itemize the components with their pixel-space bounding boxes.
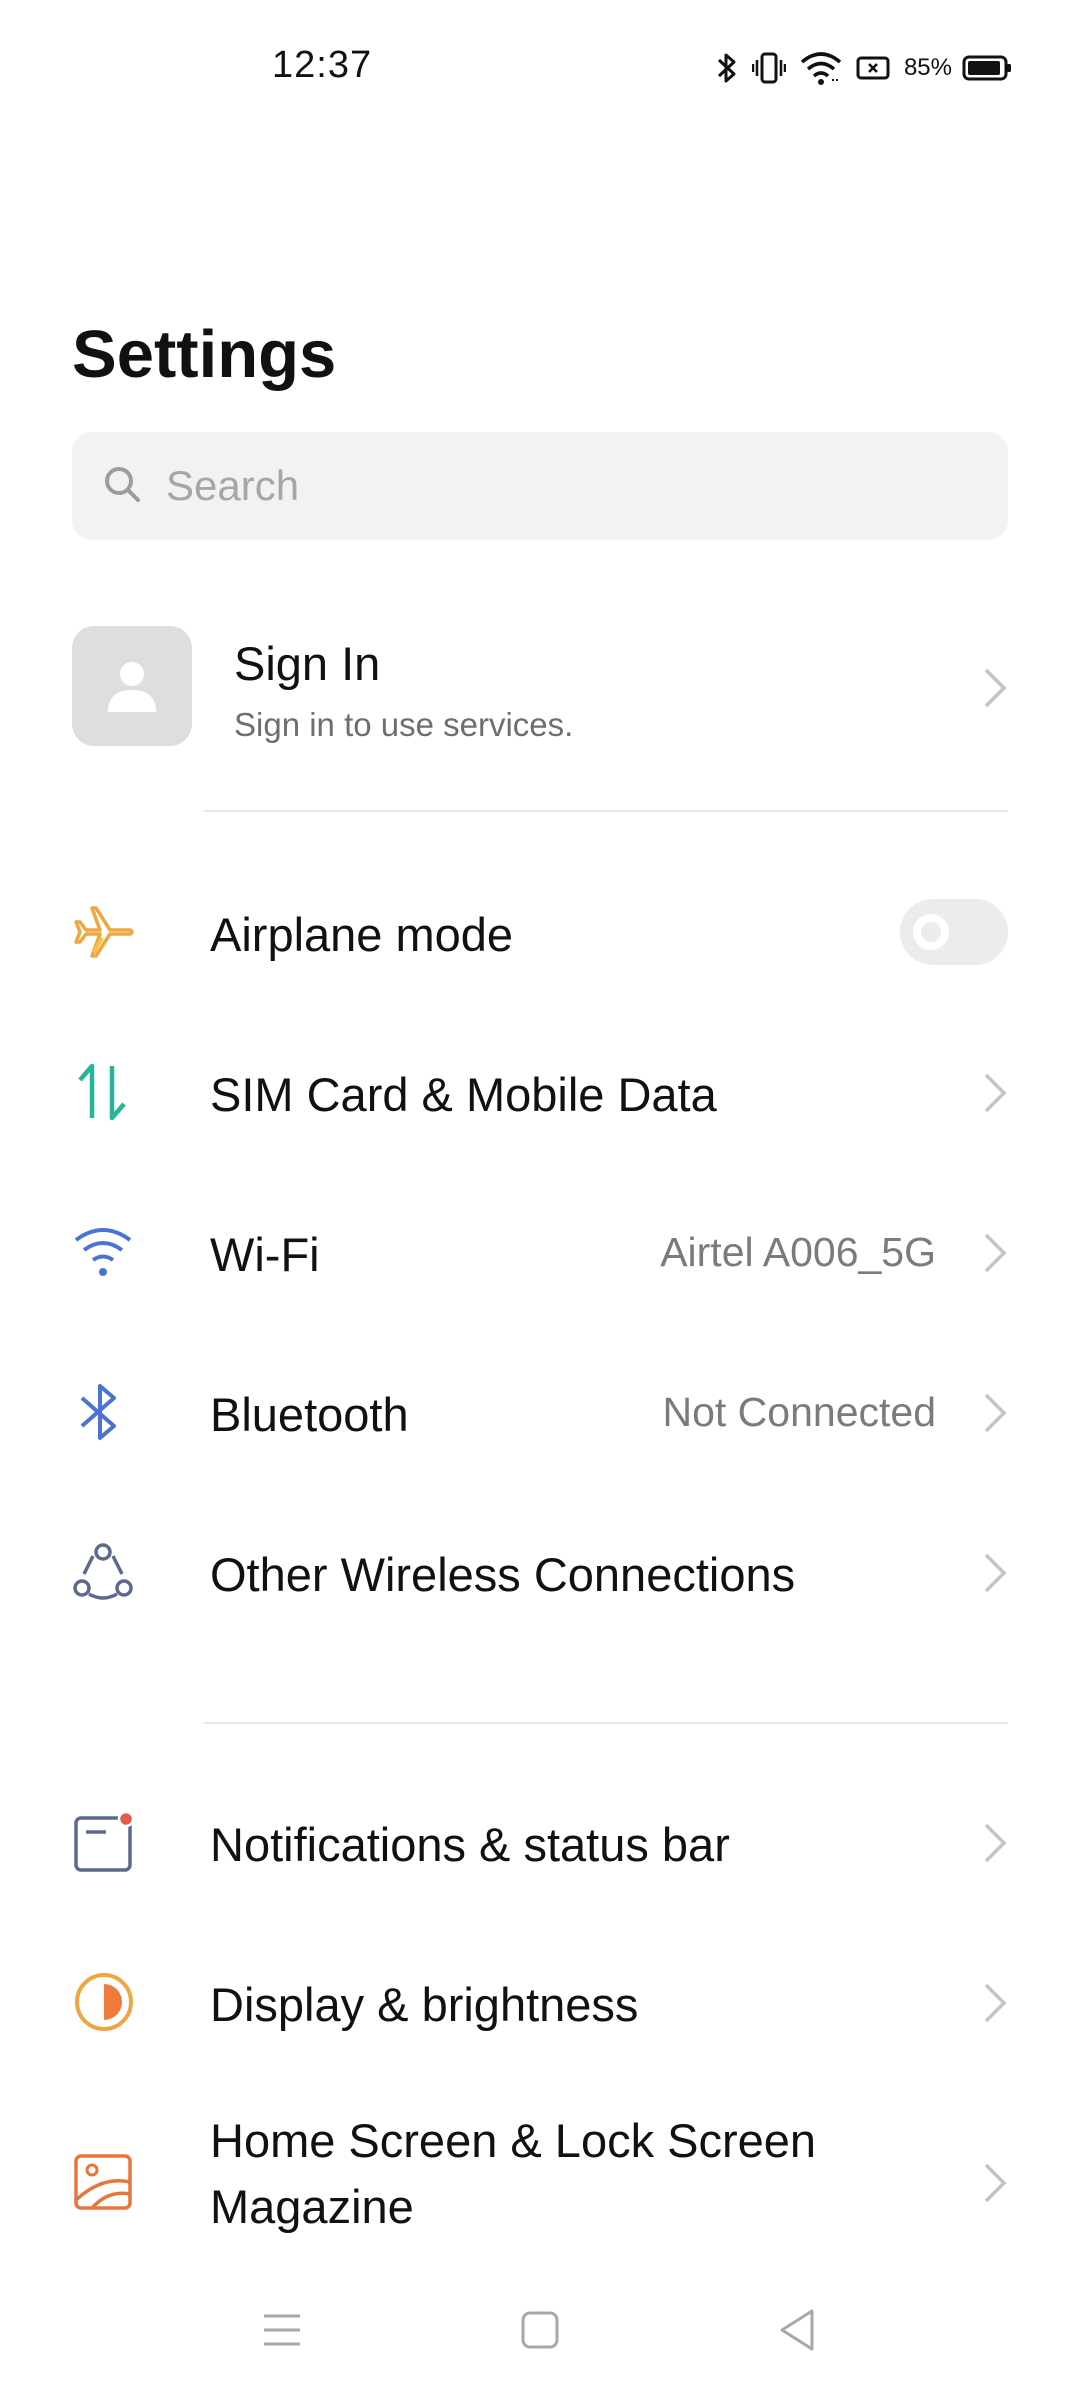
mobile-data-icon xyxy=(72,1047,162,1137)
search-bar[interactable] xyxy=(72,432,1008,540)
toggle-knob xyxy=(913,914,949,950)
battery-percent: 85% xyxy=(903,54,952,81)
other-wireless-label: Other Wireless Connections xyxy=(210,1548,796,1601)
bluetooth-status: Not Connected xyxy=(662,1389,936,1435)
chevron-right-icon xyxy=(984,1073,1007,1113)
sim-mobile-data-label: SIM Card & Mobile Data xyxy=(210,1068,717,1121)
divider xyxy=(204,810,1008,812)
divider xyxy=(204,1722,1008,1724)
chevron-right-icon xyxy=(984,668,1007,708)
brightness-icon xyxy=(72,1957,162,2047)
bluetooth-icon xyxy=(72,1367,162,1457)
navigation-bar xyxy=(0,2290,1080,2400)
chevron-right-icon xyxy=(984,1553,1007,1593)
notification-icon xyxy=(72,1797,162,1887)
connections-icon xyxy=(72,1527,162,1617)
menu-icon[interactable] xyxy=(242,2290,322,2370)
settings-screen: 12:37 85% Settings Search Sign In Sign i… xyxy=(0,0,1080,2400)
battery-saver-icon xyxy=(856,53,890,83)
display-brightness-row[interactable]: Display & brightness xyxy=(72,1947,1008,2057)
sign-in-row[interactable]: Sign In Sign in to use services. xyxy=(72,626,1008,748)
page-title: Settings xyxy=(72,317,337,392)
bluetooth-row[interactable]: Bluetooth Not Connected xyxy=(72,1357,1008,1467)
home-lock-screen-label-line1: Home Screen & Lock Screen xyxy=(210,2114,817,2167)
search-input[interactable] xyxy=(164,461,968,511)
wifi-icon xyxy=(800,50,842,86)
other-wireless-row[interactable]: Other Wireless Connections xyxy=(72,1517,1008,1627)
home-lock-screen-label-line2: Magazine xyxy=(210,2180,414,2233)
airplane-icon xyxy=(72,887,162,977)
home-lock-screen-row[interactable]: Home Screen & Lock Screen Magazine xyxy=(72,2107,1008,2257)
wifi-network-name: Airtel A006_5G xyxy=(660,1229,936,1275)
chevron-right-icon xyxy=(984,1393,1007,1433)
chevron-right-icon xyxy=(984,1983,1007,2023)
sim-mobile-data-row[interactable]: SIM Card & Mobile Data xyxy=(72,1037,1008,1147)
wifi-label: Wi-Fi xyxy=(210,1228,320,1281)
back-icon[interactable] xyxy=(758,2290,838,2370)
avatar xyxy=(72,626,192,746)
notifications-label: Notifications & status bar xyxy=(210,1818,730,1871)
airplane-mode-toggle[interactable] xyxy=(900,899,1008,965)
bluetooth-label: Bluetooth xyxy=(210,1388,409,1441)
notifications-row[interactable]: Notifications & status bar xyxy=(72,1787,1008,1897)
wallpaper-icon xyxy=(72,2137,162,2227)
chevron-right-icon xyxy=(984,1823,1007,1863)
airplane-mode-label: Airplane mode xyxy=(210,908,514,961)
wifi-row[interactable]: Wi-Fi Airtel A006_5G xyxy=(72,1197,1008,1307)
status-icons: 85% xyxy=(716,46,1012,90)
home-icon[interactable] xyxy=(500,2290,580,2370)
sign-in-title: Sign In xyxy=(234,637,381,690)
bluetooth-icon xyxy=(716,50,738,86)
status-time: 12:37 xyxy=(272,44,373,86)
chevron-right-icon xyxy=(984,2163,1007,2203)
display-brightness-label: Display & brightness xyxy=(210,1978,639,2031)
wifi-icon xyxy=(72,1207,162,1297)
vibrate-icon xyxy=(751,50,786,86)
sign-in-subtitle: Sign in to use services. xyxy=(234,706,574,743)
airplane-mode-row[interactable]: Airplane mode xyxy=(72,877,1008,987)
status-bar: 12:37 85% xyxy=(0,0,1080,140)
chevron-right-icon xyxy=(984,1233,1007,1273)
battery-icon xyxy=(962,54,1012,82)
person-icon xyxy=(108,662,156,712)
search-icon xyxy=(102,464,142,509)
